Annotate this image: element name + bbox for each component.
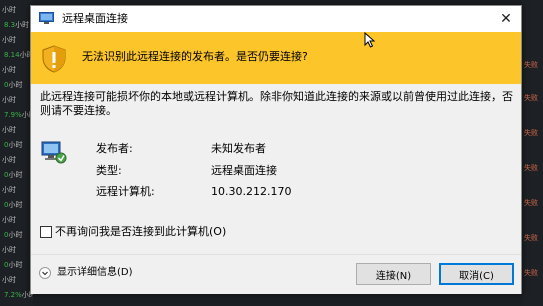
- remote-computer-label: 远程计算机:: [96, 185, 155, 198]
- background-status-text: 失败: [524, 234, 538, 242]
- remote-desktop-icon: [39, 12, 54, 24]
- connect-button[interactable]: 连接(N): [356, 263, 431, 285]
- checkbox-label[interactable]: 不再询问我是否连接到此计算机(O): [55, 225, 226, 239]
- background-row-text: 小时: [2, 96, 16, 104]
- background-app-list: 小时8.3小时小时8.14小时小时0小时小时7.9%小时小时0小时小时0小时小时…: [0, 0, 33, 306]
- background-row: 小时: [0, 93, 33, 107]
- background-row: 0小时: [0, 258, 33, 272]
- background-status-text: 失败: [524, 199, 538, 207]
- background-row-text: 8.3: [4, 21, 16, 29]
- show-details-label[interactable]: 显示详细信息(D): [57, 266, 133, 280]
- background-row: 小时: [0, 123, 33, 137]
- warning-banner: 无法识别此远程连接的发布者。是否仍要连接?: [31, 32, 521, 84]
- background-row-text: 小时: [8, 81, 23, 89]
- background-row-text: 小时: [2, 6, 16, 14]
- background-row: 0小时: [0, 78, 33, 92]
- background-row-text: 小时: [15, 21, 30, 29]
- checkbox-box[interactable]: [40, 226, 52, 238]
- background-row: 8.3小时: [0, 18, 33, 32]
- background-row-text: 小时: [2, 126, 16, 134]
- background-row: 8.14小时: [0, 48, 33, 62]
- background-row: 小时: [0, 273, 33, 287]
- background-row-text: 小时: [8, 171, 23, 179]
- type-label: 类型:: [96, 164, 122, 177]
- background-row-text: 小时: [2, 156, 16, 164]
- remote-computer-value: 10.30.212.170: [211, 185, 292, 198]
- background-status-text: 失败: [524, 164, 538, 172]
- dialog-title: 远程桌面连接: [62, 12, 128, 25]
- publisher-value: 未知发布者: [211, 142, 266, 155]
- background-row: 0小时: [0, 168, 33, 182]
- background-row-text: 小时: [8, 201, 23, 209]
- close-icon: ✕: [500, 11, 512, 27]
- computer-icon: [41, 141, 67, 164]
- background-row: 7.9%小时: [0, 108, 33, 122]
- type-value: 远程桌面连接: [211, 164, 277, 177]
- security-description: 此远程连接可能损坏你的本地或远程计算机。除非你知道此连接的来源或以前曾使用过此连…: [40, 90, 513, 117]
- background-app-status: 失败 失败 失败 失败 失败 失败 失败: [522, 0, 543, 306]
- background-row: 小时: [0, 33, 33, 47]
- background-status-text: 失败: [524, 61, 538, 69]
- background-row: 0小时: [0, 228, 33, 242]
- close-button[interactable]: ✕: [493, 8, 519, 30]
- warning-shield-icon: [42, 45, 66, 73]
- background-row: 小时: [0, 213, 33, 227]
- title-bar: 远程桌面连接 ✕: [31, 6, 521, 32]
- background-row-text: 8.14: [4, 51, 20, 59]
- background-status-text: 失败: [524, 269, 538, 277]
- background-row-text: 7.9%: [4, 111, 22, 119]
- background-row-text: 小时: [2, 216, 16, 224]
- mouse-cursor-icon: [364, 32, 376, 48]
- background-row-text: 小时: [2, 186, 16, 194]
- background-status-text: 失败: [524, 129, 538, 137]
- chevron-down-icon[interactable]: [39, 267, 51, 279]
- background-row-text: 小时: [8, 261, 23, 269]
- rdp-dialog: 远程桌面连接 ✕ 无法识别此远程连接的发布者。是否仍要连接? 此远程连接可能损坏…: [30, 5, 522, 294]
- background-status-text: 失败: [524, 94, 538, 102]
- background-row-text: 小时: [2, 66, 16, 74]
- background-row: 小时: [0, 243, 33, 257]
- warning-message: 无法识别此远程连接的发布者。是否仍要连接?: [82, 50, 308, 63]
- background-row: 小时: [0, 153, 33, 167]
- background-row: 0小时: [0, 198, 33, 212]
- background-row-text: 7.2%: [4, 291, 22, 299]
- background-row-text: 小时: [8, 231, 23, 239]
- background-row-text: 小时: [8, 141, 23, 149]
- background-row: 小时: [0, 3, 33, 17]
- background-row: 7.2%小时: [0, 288, 33, 302]
- background-row: 小时: [0, 183, 33, 197]
- background-row-text: 小时: [2, 36, 16, 44]
- publisher-label: 发布者:: [96, 142, 133, 155]
- background-row-text: 小时: [2, 276, 16, 284]
- cancel-button[interactable]: 取消(C): [439, 263, 514, 285]
- background-row: 小时: [0, 63, 33, 77]
- dialog-footer: 显示详细信息(D) 连接(N) 取消(C): [31, 254, 521, 294]
- background-row: 0小时: [0, 138, 33, 152]
- background-row-text: 小时: [2, 246, 16, 254]
